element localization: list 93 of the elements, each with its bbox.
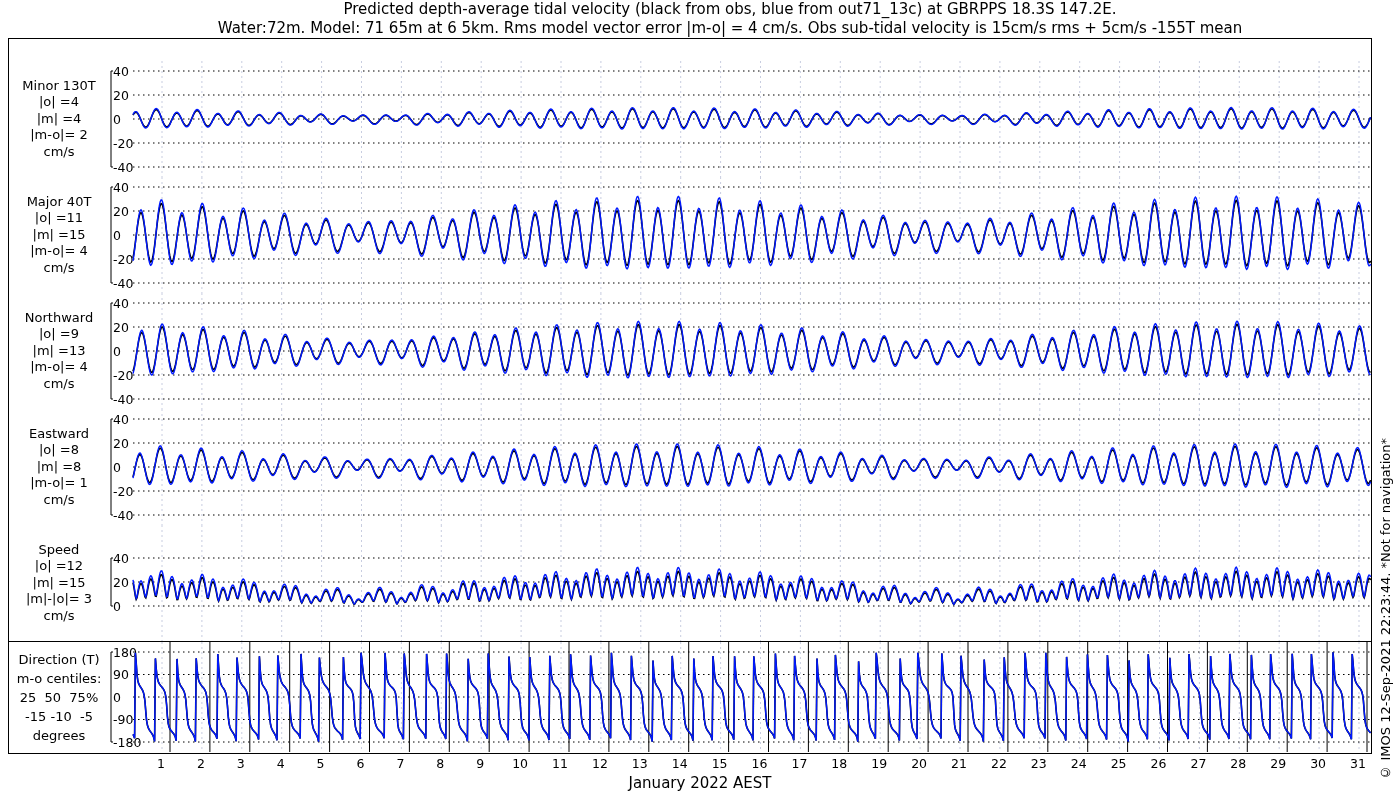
x-tick-label: 4 [276, 755, 285, 773]
y-tick-label: 20 [113, 203, 129, 219]
panel-label: |m-o|= 4 [30, 243, 88, 260]
x-tick-label: 16 [751, 755, 768, 773]
y-tick-label: 0 [113, 227, 121, 243]
x-axis-label: January 2022 AEST [628, 774, 772, 792]
panel-label: degrees [32, 727, 86, 745]
y-tick-label: -20 [113, 483, 134, 499]
y-tick-label: -90 [113, 712, 134, 727]
panel-label: |o| =12 [34, 558, 84, 575]
x-tick-label: 26 [1150, 755, 1167, 773]
y-tick-label: 40 [113, 295, 129, 311]
x-tick-label: 7 [396, 755, 405, 773]
y-tick-label: -40 [113, 159, 134, 175]
y-tick-label: -20 [113, 367, 134, 383]
panel-label: Speed [38, 541, 80, 559]
y-tick-label: 20 [113, 319, 129, 335]
y-tick-label: 40 [113, 411, 129, 427]
panel-label: 25 50 75% [19, 689, 99, 707]
panel-label: |m-o|= 1 [30, 475, 88, 492]
x-tick-label: 23 [1030, 755, 1047, 773]
x-tick-label: 25 [1110, 755, 1127, 773]
panel-label: -15 -10 -5 [25, 708, 93, 726]
panel-label: cm/s [43, 375, 75, 393]
x-tick-label: 21 [951, 755, 967, 773]
panel-label: cm/s [43, 259, 75, 277]
panel-label: m-o centiles: [16, 670, 102, 688]
panel-label: |m| =13 [32, 342, 86, 360]
panel-label: |m-o|= 2 [30, 127, 88, 144]
x-tick-label: 18 [831, 755, 848, 773]
x-tick-label: 8 [436, 755, 445, 773]
y-tick-label: 0 [113, 598, 121, 614]
panel-label: |m-o|= 4 [30, 359, 88, 376]
panel-label: |m| =15 [32, 574, 86, 592]
x-tick-label: 14 [671, 755, 688, 773]
y-tick-label: 20 [113, 435, 129, 451]
y-tick-label: 40 [113, 179, 129, 195]
panel-label: Eastward [29, 425, 89, 443]
x-tick-label: 31 [1350, 755, 1366, 773]
x-tick-label: 29 [1270, 755, 1287, 773]
y-tick-label: 40 [113, 63, 129, 79]
x-tick-label: 27 [1190, 755, 1207, 773]
y-tick-label: 0 [113, 343, 121, 359]
panel-label: cm/s [43, 143, 75, 161]
x-tick-label: 24 [1070, 755, 1087, 773]
x-tick-label: 17 [791, 755, 808, 773]
x-tick-label: 28 [1230, 755, 1247, 773]
y-tick-label: -20 [113, 135, 134, 151]
panel-label: |m|-|o|= 3 [25, 591, 93, 608]
panel-label: |m| =8 [36, 458, 82, 476]
y-tick-label: 0 [113, 459, 121, 475]
y-tick-label: 90 [113, 667, 129, 682]
y-tick-label: -20 [113, 251, 134, 267]
panel-label: |m| =15 [32, 226, 86, 244]
panel-label: |o| =9 [39, 326, 79, 343]
x-tick-label: 3 [236, 755, 245, 773]
x-tick-label: 10 [512, 755, 529, 773]
y-tick-label: -40 [113, 507, 134, 523]
copyright-notice: © IMOS 12-Sep-2021 22:23:44. *Not for navigation* [1377, 438, 1395, 780]
chart-title: Predicted depth-average tidal velocity (black from obs, blue from out71_13c) at GBRPPS 18.3S 147.2E. [343, 0, 1117, 19]
panel-label: Minor 130T [22, 77, 96, 95]
panel-label: Northward [24, 309, 94, 327]
panel-label: Major 40T [26, 193, 92, 211]
x-tick-label: 30 [1310, 755, 1327, 773]
x-tick-label: 6 [356, 755, 365, 773]
y-tick-label: -180 [113, 734, 142, 750]
x-tick-label: 9 [476, 755, 485, 773]
y-tick-label: 0 [113, 111, 121, 127]
x-tick-label: 12 [591, 755, 608, 773]
y-tick-label: -40 [113, 391, 134, 407]
y-tick-label: 0 [113, 689, 121, 705]
x-tick-label: 19 [871, 755, 888, 773]
y-tick-label: 180 [113, 644, 137, 660]
x-tick-label: 22 [990, 755, 1007, 773]
y-tick-label: -40 [113, 275, 134, 291]
x-tick-label: 11 [552, 755, 568, 773]
panel-label: |o| =8 [39, 442, 79, 459]
x-tick-label: 13 [631, 755, 648, 773]
y-tick-label: 20 [113, 574, 129, 590]
x-tick-label: 2 [196, 755, 205, 773]
panel-label: cm/s [43, 607, 75, 625]
x-tick-label: 20 [911, 755, 928, 773]
panel-label: |o| =11 [34, 210, 84, 227]
y-tick-label: 20 [113, 87, 129, 103]
panel-label: |m| =4 [36, 110, 82, 128]
x-tick-label: 5 [316, 755, 325, 773]
panel-label: cm/s [43, 491, 75, 509]
x-tick-label: 15 [711, 755, 728, 773]
chart-title: Water:72m. Model: 71 65m at 6 5km. Rms model vector error |m-o| = 4 cm/s. Obs sub-tidal velocity is 15cm/s rms + 5cm/s -155T mean [217, 19, 1243, 38]
panel-label: |o| =4 [39, 94, 79, 111]
y-tick-label: 40 [113, 550, 129, 566]
panel-label: Direction (T) [18, 651, 100, 669]
x-tick-label: 1 [157, 755, 165, 773]
